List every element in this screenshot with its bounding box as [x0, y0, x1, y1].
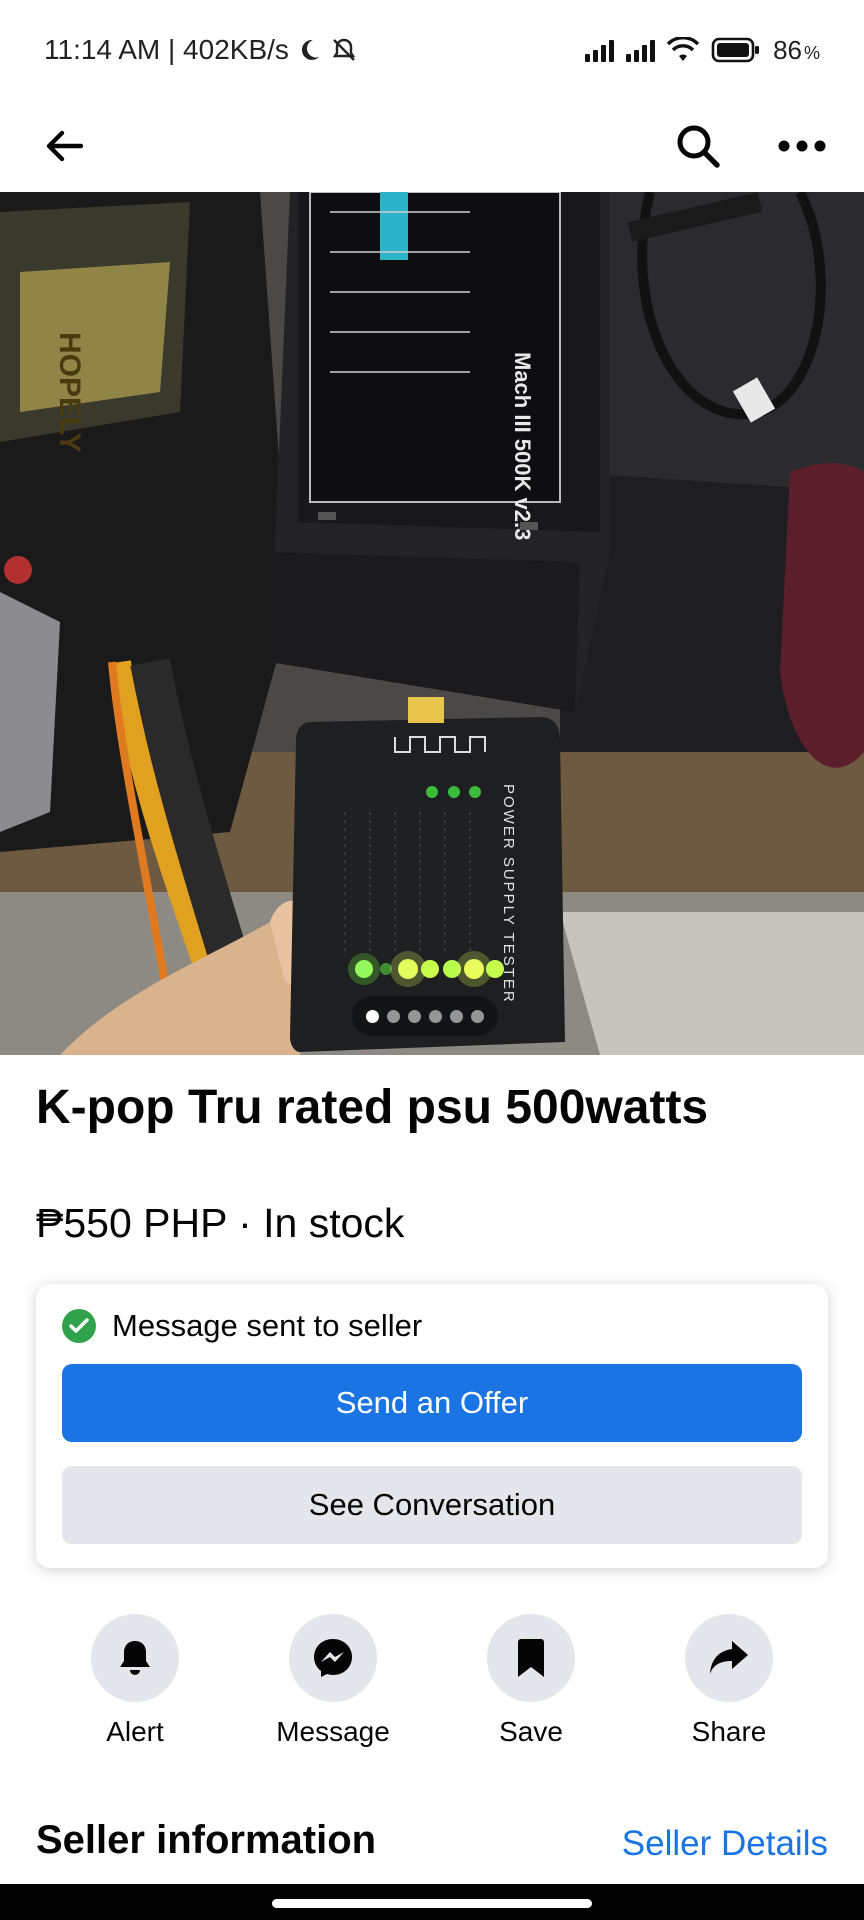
home-indicator[interactable]	[272, 1899, 592, 1908]
battery-level: 86	[773, 34, 802, 65]
listing-title: K-pop Tru rated psu 500watts	[36, 1081, 709, 1134]
battery-percent-sign: %	[803, 42, 820, 63]
status-time: 11:14 AM | 402KB/s	[44, 34, 289, 65]
pager-dot-2[interactable]	[387, 1009, 400, 1023]
more-horizontal-icon	[778, 140, 826, 152]
signal-icon	[585, 38, 615, 62]
photo-pager[interactable]	[352, 996, 498, 1036]
more-options-button[interactable]	[772, 116, 832, 176]
moon-icon	[301, 39, 319, 60]
status-bar: 11:14 AM | 402KB/s 86%	[0, 0, 864, 100]
psu-model-label: Mach III 500K v2.3	[510, 352, 535, 540]
message-action[interactable]: Message	[248, 1614, 418, 1748]
status-right: 86%	[585, 35, 820, 66]
alert-label: Alert	[106, 1716, 164, 1747]
pager-dot-4[interactable]	[429, 1009, 442, 1023]
see-conversation-button[interactable]: See Conversation	[62, 1466, 802, 1544]
search-icon	[677, 125, 720, 168]
share-button[interactable]	[685, 1614, 773, 1702]
messenger-icon	[314, 1639, 352, 1677]
alert-action[interactable]: Alert	[50, 1614, 220, 1748]
share-arrow-icon	[710, 1641, 748, 1674]
check-circle-icon	[62, 1309, 96, 1343]
status-left: 11:14 AM | 402KB/s	[44, 34, 357, 66]
pager-dot-6[interactable]	[471, 1009, 484, 1023]
listing-price: ₱550 PHP · In stock	[36, 1200, 405, 1246]
alert-button[interactable]	[91, 1614, 179, 1702]
battery-icon	[711, 37, 760, 63]
arrow-left-icon	[46, 130, 83, 162]
share-action[interactable]: Share	[644, 1614, 814, 1748]
share-label: Share	[691, 1716, 767, 1747]
app-bar	[0, 100, 864, 192]
save-button[interactable]	[487, 1614, 575, 1702]
back-button[interactable]	[36, 118, 92, 174]
bell-icon	[120, 1641, 150, 1675]
search-button[interactable]	[668, 116, 728, 176]
action-bar: Alert Message Save Share	[0, 1614, 864, 1754]
pager-dot-1[interactable]	[366, 1009, 379, 1023]
pager-dot-3[interactable]	[408, 1009, 421, 1023]
brand-label: HOPELY	[53, 332, 86, 453]
message-button[interactable]	[289, 1614, 377, 1702]
bell-muted-icon	[332, 38, 356, 61]
message-label: Message	[276, 1716, 390, 1747]
save-action[interactable]: Save	[446, 1614, 616, 1748]
message-status-row: Message sent to seller	[62, 1308, 422, 1344]
wifi-icon	[667, 37, 700, 61]
message-status-text: Message sent to seller	[112, 1308, 423, 1343]
send-offer-button[interactable]: Send an Offer	[62, 1364, 802, 1442]
save-label: Save	[499, 1716, 563, 1747]
listing-photo[interactable]: HOPELY Mach III 500K v2.3 POWER SUPPLY T…	[0, 192, 864, 1055]
pager-dot-5[interactable]	[450, 1009, 463, 1023]
seller-details-link[interactable]: Seller Details	[622, 1824, 828, 1864]
signal-icon-2	[626, 38, 656, 62]
seller-info-heading: Seller information	[36, 1818, 377, 1862]
message-card: Message sent to seller Send an Offer See…	[36, 1284, 828, 1568]
bookmark-icon	[518, 1639, 544, 1677]
listing-photo-illustration: HOPELY Mach III 500K v2.3 POWER SUPPLY T…	[0, 192, 864, 1055]
